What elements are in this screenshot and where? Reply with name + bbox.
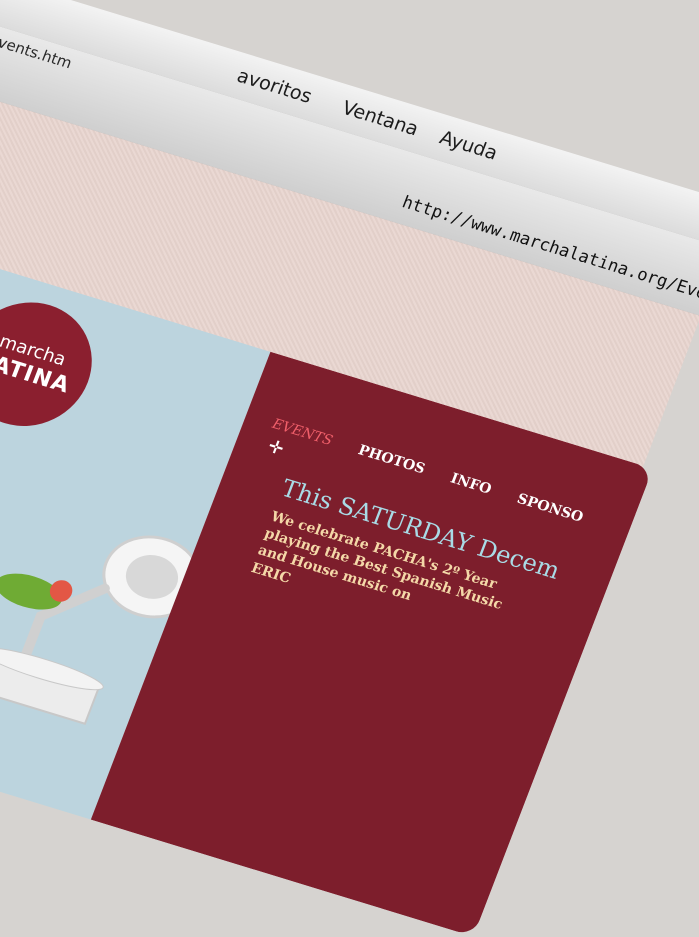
menu-ayuda[interactable]: Ayuda xyxy=(437,127,501,165)
nav-photos[interactable]: PHOTOS xyxy=(356,442,427,477)
plus-icon[interactable]: ✛ xyxy=(265,436,287,460)
nav-info[interactable]: INFO xyxy=(448,471,493,498)
nav-sponsors[interactable]: SPONSO xyxy=(515,491,586,526)
site-logo[interactable]: marcha LATINA xyxy=(0,286,111,442)
browser-window: avoritos Ventana Ayuda g/Events.htm http… xyxy=(0,0,699,937)
content-card: marcha LATINA EVENTS PHOTOS INFO SPONSO … xyxy=(0,264,653,937)
